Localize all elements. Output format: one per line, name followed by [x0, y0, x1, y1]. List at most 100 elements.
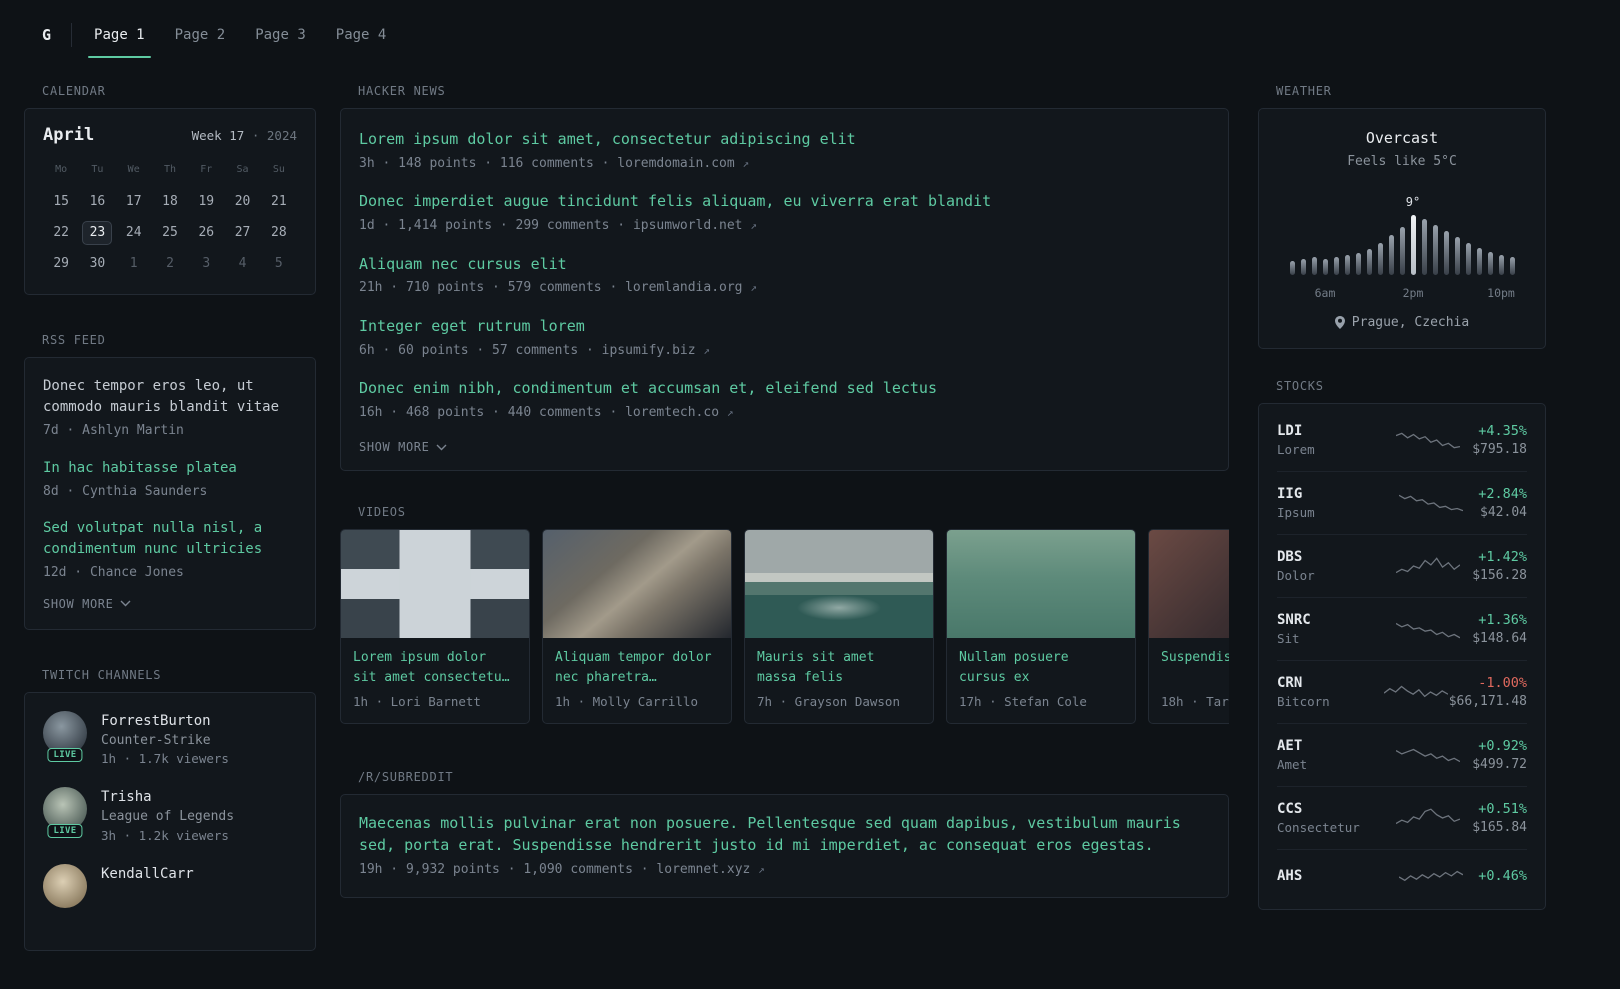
calendar-week: Week 17 [191, 128, 245, 143]
calendar-day[interactable]: 18 [152, 190, 188, 214]
video-title[interactable]: Mauris sit amet massa felis [745, 638, 933, 687]
rss-show-more-button[interactable]: SHOW MORE [43, 597, 131, 611]
calendar-day[interactable]: 16 [79, 190, 115, 214]
hn-item-source-link[interactable]: loremdomain.com [617, 156, 734, 171]
video-thumbnail [1149, 530, 1229, 639]
hn-item: Donec imperdiet augue tincidunt felis al… [359, 191, 1210, 235]
subreddit-post-meta-text: 19h · 9,932 points · 1,090 comments · [359, 861, 649, 877]
subreddit-card: Maecenas mollis pulvinar erat non posuer… [340, 794, 1229, 899]
rss-item-title[interactable]: In hac habitasse platea [43, 458, 297, 479]
calendar-day[interactable]: 25 [152, 221, 188, 245]
hn-item-title[interactable]: Integer eget rutrum lorem [359, 316, 1210, 338]
calendar-day[interactable]: 17 [116, 190, 152, 214]
hn-item-source-link[interactable]: ipsumworld.net [633, 218, 743, 233]
stock-row[interactable]: CCS Consectetur +0.51% $165.84 [1277, 786, 1527, 849]
calendar-day[interactable]: 4 [224, 252, 260, 276]
video-card[interactable]: Suspendisse diam 18h · Tara [1148, 529, 1229, 725]
sparkline-chart [1398, 494, 1463, 512]
stock-row[interactable]: DBS Dolor +1.42% $156.28 [1277, 534, 1527, 597]
weather-time-labels: 6am 2pm 10pm [1290, 284, 1515, 302]
calendar-day[interactable]: 27 [224, 221, 260, 245]
tab-page-1[interactable]: Page 1 [88, 12, 151, 58]
video-title[interactable]: Nullam posuere cursus ex [947, 638, 1135, 687]
stock-row[interactable]: SNRC Sit +1.36% $148.64 [1277, 597, 1527, 660]
rss-item: Sed volutpat nulla nisl, a condimentum n… [43, 518, 297, 583]
weather-bar [1410, 215, 1416, 275]
calendar-day[interactable]: 20 [224, 190, 260, 214]
video-card[interactable]: Lorem ipsum dolor sit amet consectetu… 1h… [340, 529, 530, 725]
calendar-day[interactable]: 21 [261, 190, 297, 214]
video-card[interactable]: Nullam posuere cursus ex 17h · Stefan Col… [946, 529, 1136, 725]
subreddit-post-source-link[interactable]: loremnet.xyz [656, 862, 750, 877]
twitch-channel-name[interactable]: ForrestBurton [101, 711, 229, 731]
calendar-day[interactable]: 26 [188, 221, 224, 245]
stock-row[interactable]: IIG Ipsum +2.84% $42.04 [1277, 471, 1527, 534]
stock-sparkline [1383, 616, 1472, 642]
calendar-day-header: Mo [55, 164, 68, 175]
hn-item-meta-text: 16h · 468 points · 440 comments · [359, 404, 618, 420]
calendar-day[interactable]: 2 [152, 252, 188, 276]
twitch-channel-name[interactable]: KendallCarr [101, 864, 194, 884]
weather-bar [1311, 257, 1317, 275]
rss-item-title[interactable]: Donec tempor eros leo, ut commodo mauris… [43, 376, 297, 418]
calendar-day[interactable]: 22 [43, 221, 79, 245]
header-divider [71, 23, 73, 47]
stock-id: AHS [1277, 868, 1383, 887]
tab-page-4[interactable]: Page 4 [334, 12, 389, 58]
calendar-day[interactable]: 3 [188, 252, 224, 276]
stock-price: $66,171.48 [1448, 694, 1527, 709]
calendar-day[interactable]: 29 [43, 252, 79, 276]
logo[interactable]: G [24, 26, 71, 44]
calendar-day[interactable]: 1 [116, 252, 152, 276]
calendar-day[interactable]: 30 [79, 252, 115, 276]
stock-values: +2.84% $42.04 [1478, 486, 1527, 520]
dashboard-columns: CALENDAR April Week 17 · 2024 Mo Tu We Th Fr… [24, 84, 1620, 989]
video-title[interactable]: Lorem ipsum dolor sit amet consectetu… [341, 638, 529, 687]
video-card[interactable]: Mauris sit amet massa felis 7h · Grayson … [744, 529, 934, 725]
calendar-day[interactable]: 15 [43, 190, 79, 214]
videos-row: Lorem ipsum dolor sit amet consectetu… 1h… [340, 529, 1229, 725]
calendar-day[interactable]: 5 [261, 252, 297, 276]
stock-values: -1.00% $66,171.48 [1449, 675, 1527, 709]
calendar-day[interactable]: 23 [82, 221, 113, 245]
video-title[interactable]: Aliquam tempor dolor nec pharetra… [543, 638, 731, 687]
hn-item-source-link[interactable]: loremlandia.org [625, 280, 742, 295]
weather-bar [1432, 225, 1438, 275]
video-card[interactable]: Aliquam tempor dolor nec pharetra… 1h · M… [542, 529, 732, 725]
hn-item-source-link[interactable]: ipsumify.biz [602, 343, 696, 358]
stock-sparkline [1383, 864, 1478, 890]
subreddit-post-title[interactable]: Maecenas mollis pulvinar erat non posuer… [359, 813, 1210, 857]
video-title[interactable]: Suspendisse diam [1149, 638, 1229, 687]
twitch-channel[interactable]: LIVE ForrestBurton Counter-Strike 1h · 1.7k… [43, 710, 297, 770]
stock-row[interactable]: LDI Lorem +4.35% $795.18 [1277, 409, 1527, 471]
hackernews-widget-title: HACKER NEWS [358, 84, 446, 98]
weather-bar [1300, 259, 1306, 275]
twitch-channel-name[interactable]: Trisha [101, 787, 234, 807]
calendar-day[interactable]: 24 [116, 221, 152, 245]
calendar-day[interactable]: 19 [188, 190, 224, 214]
hn-item-title[interactable]: Aliquam nec cursus elit [359, 254, 1210, 276]
stock-row[interactable]: AHS +0.46% [1277, 849, 1527, 904]
twitch-channel[interactable]: KendallCarr [43, 863, 297, 914]
top-bar: G Page 1 Page 2 Page 3 Page 4 [24, 12, 1620, 58]
stock-symbol: IIG [1277, 486, 1303, 502]
hn-item-title[interactable]: Donec enim nibh, condimentum et accumsan… [359, 378, 1210, 400]
hackernews-show-more-button[interactable]: SHOW MORE [359, 440, 447, 454]
hn-item-meta: 3h · 148 points · 116 comments · loremdo… [359, 154, 1210, 174]
stock-row[interactable]: CRN Bitcorn -1.00% $66,171.48 [1277, 660, 1527, 723]
hn-item: Donec enim nibh, condimentum et accumsan… [359, 378, 1210, 422]
weather-temp-label: 9° [1405, 195, 1421, 209]
weather-bar [1399, 227, 1405, 275]
stock-row[interactable]: AET Amet +0.92% $499.72 [1277, 723, 1527, 786]
hn-item-title[interactable]: Donec imperdiet augue tincidunt felis al… [359, 191, 1210, 213]
tab-page-3[interactable]: Page 3 [253, 12, 308, 58]
rss-item-title[interactable]: Sed volutpat nulla nisl, a condimentum n… [43, 518, 297, 560]
hn-item-source-link[interactable]: loremtech.co [625, 405, 719, 420]
sparkline-chart [1398, 870, 1463, 882]
twitch-channel[interactable]: LIVE Trisha League of Legends 3h · 1.2k vie… [43, 787, 297, 846]
tab-page-2[interactable]: Page 2 [173, 12, 228, 58]
weather-bar [1322, 259, 1328, 275]
calendar-day[interactable]: 28 [261, 221, 297, 245]
glance-dashboard: G Page 1 Page 2 Page 3 Page 4 CALENDAR Apri… [0, 0, 1620, 989]
hn-item-title[interactable]: Lorem ipsum dolor sit amet, consectetur … [359, 129, 1210, 151]
